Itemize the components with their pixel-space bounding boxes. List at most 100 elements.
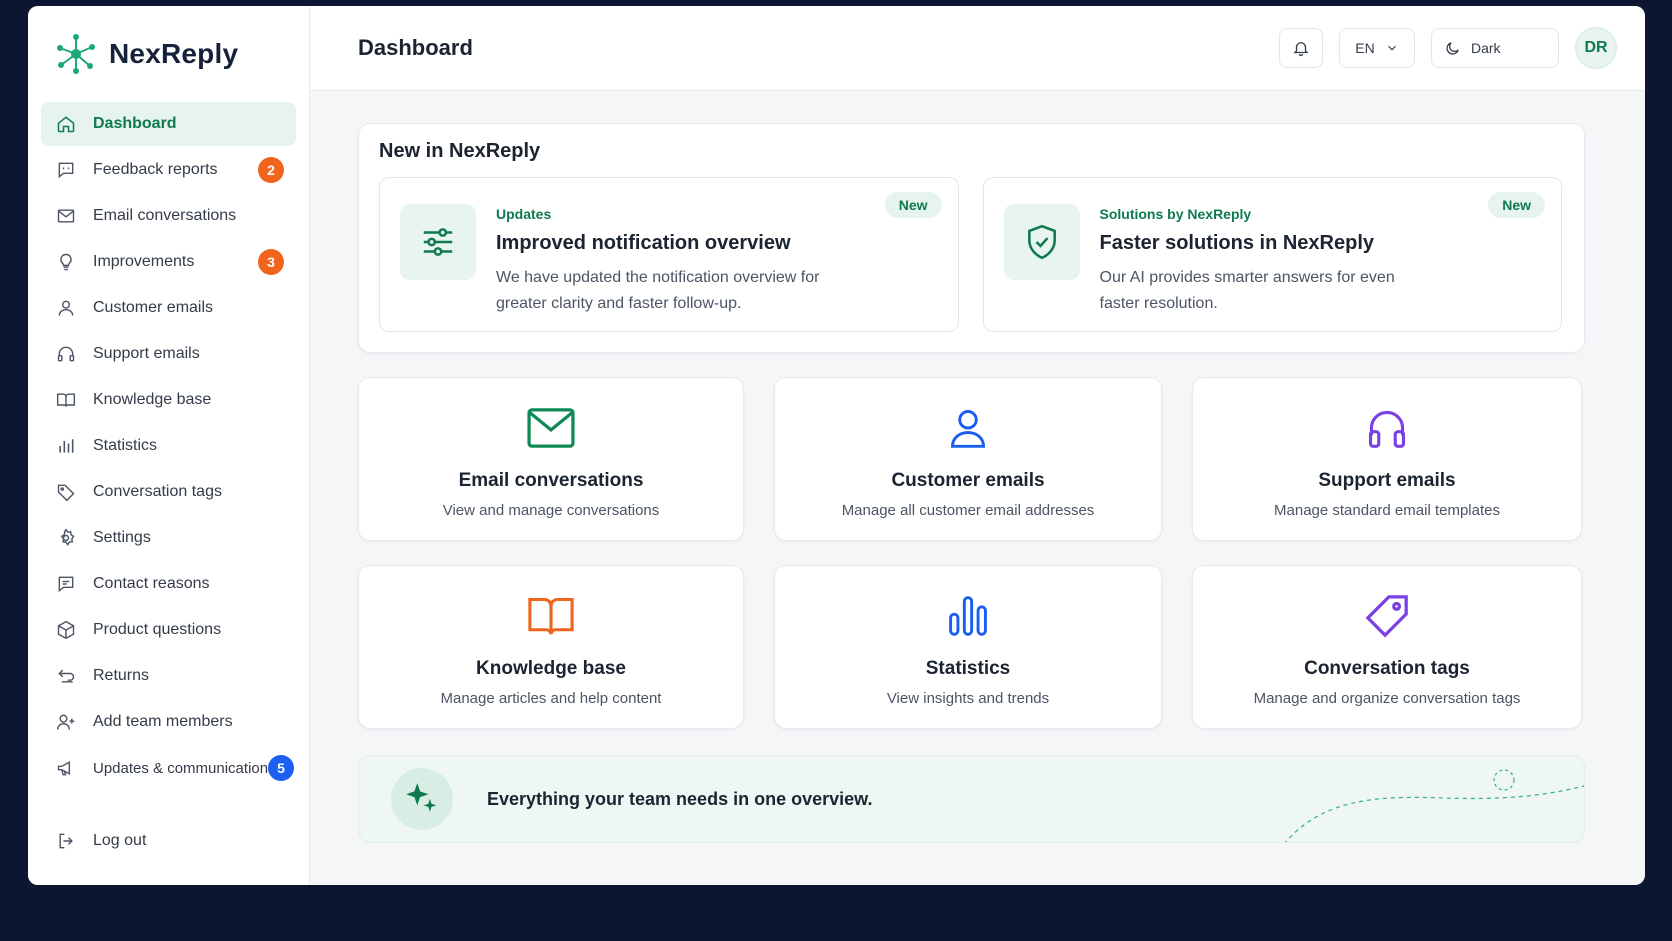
book-icon	[525, 592, 577, 640]
language-value: EN	[1355, 40, 1375, 56]
megaphone-icon	[55, 757, 77, 779]
sidebar-item-support-emails[interactable]: Support emails	[41, 332, 296, 376]
notification-badge: 3	[258, 249, 284, 275]
sidebar-item-label: Customer emails	[93, 299, 214, 316]
gear-icon	[55, 527, 77, 549]
lightbulb-icon	[55, 251, 77, 273]
box-icon	[55, 619, 77, 641]
sidebar-item-label: Contact reasons	[93, 575, 210, 592]
tile-subtitle: Manage articles and help content	[440, 690, 662, 707]
news-item-faster-solutions[interactable]: Solutions by NexReply Faster solutions i…	[982, 177, 1562, 332]
sidebar-item-dashboard[interactable]: Dashboard	[41, 102, 296, 146]
notifications-button[interactable]	[1279, 28, 1323, 68]
overview-banner: Everything your team needs in one overvi…	[358, 755, 1585, 843]
sidebar-item-product-questions[interactable]: Product questions	[41, 608, 296, 652]
tile-title: Customer emails	[891, 470, 1045, 491]
mail-icon	[55, 205, 77, 227]
logo[interactable]: NexReply	[41, 28, 296, 80]
tile-subtitle: View insights and trends	[886, 690, 1050, 707]
sidebar-item-statistics[interactable]: Statistics	[41, 424, 296, 468]
logout-button[interactable]: Log out	[41, 819, 297, 863]
notification-badge: 2	[258, 157, 284, 183]
top-actions: EN Dark DR	[1279, 27, 1617, 69]
tile-conversation-tags[interactable]: Conversation tags Manage and organize co…	[1192, 565, 1582, 729]
news-body: Solutions by NexReply Faster solutions i…	[1100, 204, 1400, 331]
sidebar-item-customer-emails[interactable]: Customer emails	[41, 286, 296, 330]
sidebar-item-label: Dashboard	[93, 115, 177, 132]
chevron-down-icon	[1387, 45, 1396, 51]
tile-subtitle: Manage and organize conversation tags	[1253, 690, 1521, 707]
news-text: Our AI provides smarter answers for even…	[1099, 269, 1395, 312]
sidebar-item-label: Statistics	[93, 437, 158, 454]
decorative-curve-icon	[1285, 769, 1584, 842]
user-icon	[942, 404, 994, 452]
sidebar-item-conversation-tags[interactable]: Conversation tags	[41, 470, 296, 514]
tile-support-emails[interactable]: Support emails Manage standard email tem…	[1192, 377, 1582, 541]
sidebar-item-updates-communication[interactable]: Updates & communication 5	[41, 746, 296, 790]
book-icon	[55, 389, 77, 411]
tile-title: Conversation tags	[1304, 658, 1470, 679]
sidebar-item-returns[interactable]: Returns	[41, 654, 296, 698]
mail-icon	[525, 404, 577, 452]
topbar: Dashboard EN Dark DR	[310, 6, 1645, 91]
news-section: New in NexReply Updates Improved notific…	[358, 123, 1585, 353]
sidebar-nav: Dashboard Feedback reports 2 Email conve…	[41, 102, 296, 790]
app-window: NexReply Dashboard Feedback reports 2 Em…	[28, 6, 1645, 885]
theme-label: Dark	[1471, 40, 1501, 56]
message-icon	[55, 573, 77, 595]
new-badge: New	[884, 192, 942, 218]
home-icon	[55, 113, 77, 135]
sidebar-item-label: Product questions	[93, 621, 222, 638]
logout-icon	[55, 830, 77, 852]
sidebar-item-add-team-members[interactable]: Add team members	[41, 700, 296, 744]
tile-title: Knowledge base	[476, 658, 626, 679]
sidebar-item-settings[interactable]: Settings	[41, 516, 296, 560]
tile-email-conversations[interactable]: Email conversations View and manage conv…	[358, 377, 744, 541]
news-heading: Improved notification overview	[496, 232, 791, 254]
theme-toggle[interactable]: Dark	[1431, 28, 1559, 68]
sidebar-item-label: Improvements	[93, 253, 195, 270]
sidebar-item-knowledge-base[interactable]: Knowledge base	[41, 378, 296, 422]
sidebar: NexReply Dashboard Feedback reports 2 Em…	[28, 6, 310, 885]
notification-badge: 5	[268, 755, 294, 781]
tile-subtitle: Manage all customer email addresses	[841, 502, 1095, 519]
sliders-icon	[400, 204, 476, 280]
sidebar-item-label: Feedback reports	[93, 161, 218, 178]
news-text: We have updated the notification overvie…	[496, 269, 820, 312]
news-body: Updates Improved notification overview W…	[496, 204, 836, 331]
shield-check-icon	[1003, 204, 1080, 280]
headphones-icon	[55, 343, 77, 365]
feedback-icon	[55, 159, 77, 181]
sidebar-item-label: Support emails	[93, 345, 200, 362]
bar-chart-icon	[55, 435, 77, 457]
tile-knowledge-base[interactable]: Knowledge base Manage articles and help …	[358, 565, 744, 729]
tile-subtitle: View and manage conversations	[442, 502, 660, 519]
sidebar-item-label: Updates & communication	[93, 759, 269, 777]
user-icon	[55, 297, 77, 319]
tag-icon	[55, 481, 77, 503]
user-plus-icon	[55, 711, 77, 733]
news-kicker: Updates	[496, 206, 552, 222]
new-badge: New	[1488, 192, 1545, 218]
news-row: Updates Improved notification overview W…	[379, 177, 1562, 332]
avatar[interactable]: DR	[1575, 27, 1617, 69]
sidebar-item-feedback-reports[interactable]: Feedback reports 2	[41, 148, 296, 192]
sidebar-item-label: Knowledge base	[93, 391, 212, 408]
tile-statistics[interactable]: Statistics View insights and trends	[774, 565, 1162, 729]
sidebar-item-improvements[interactable]: Improvements 3	[41, 240, 296, 284]
logo-icon	[57, 34, 95, 74]
banner-text: Everything your team needs in one overvi…	[487, 788, 873, 809]
tile-title: Statistics	[925, 658, 1011, 679]
feature-tiles: Email conversations View and manage conv…	[358, 377, 1585, 729]
sidebar-item-contact-reasons[interactable]: Contact reasons	[41, 562, 296, 606]
bar-chart-icon	[942, 592, 994, 640]
language-select[interactable]: EN	[1339, 28, 1415, 68]
tile-title: Support emails	[1318, 470, 1456, 491]
sidebar-item-label: Add team members	[93, 713, 233, 730]
tile-customer-emails[interactable]: Customer emails Manage all customer emai…	[774, 377, 1162, 541]
sidebar-item-label: Settings	[93, 529, 151, 546]
tag-icon	[1361, 592, 1413, 640]
news-item-notification-overview[interactable]: Updates Improved notification overview W…	[379, 177, 959, 332]
sidebar-item-email-conversations[interactable]: Email conversations	[41, 194, 296, 238]
headphones-icon	[1361, 404, 1413, 452]
